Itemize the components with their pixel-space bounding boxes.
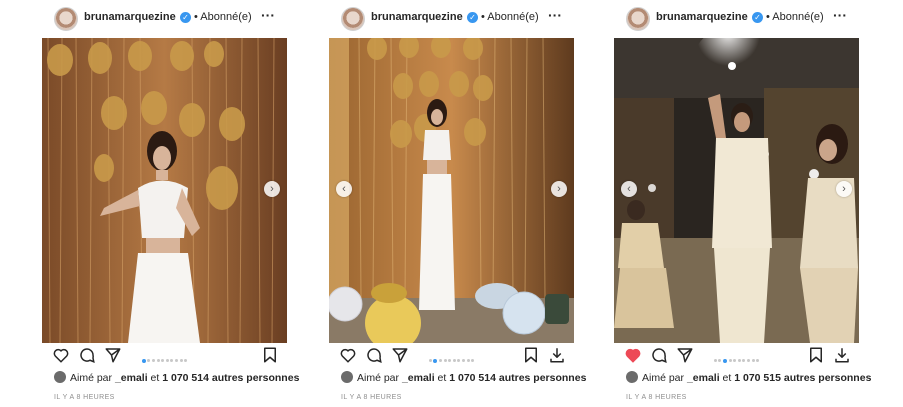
post-header: brunamarquezine ✓ • Abonné(e) ··· (42, 3, 287, 33)
follow-status[interactable]: • Abonné(e) (766, 11, 824, 23)
verified-badge-icon: ✓ (180, 12, 191, 23)
heart-icon[interactable] (624, 346, 642, 364)
likes-prefix: Aimé par (70, 372, 115, 384)
post-actions (614, 346, 859, 366)
liker-username[interactable]: _emali (115, 372, 148, 384)
post-timestamp[interactable]: IL Y A 8 HEURES (626, 394, 687, 401)
paper-plane-icon[interactable] (391, 346, 409, 364)
download-icon[interactable] (548, 346, 566, 364)
liker-avatar[interactable] (626, 371, 638, 383)
post-header: brunamarquezine ✓ • Abonné(e) ··· (614, 3, 859, 33)
username-link[interactable]: brunamarquezine (371, 11, 463, 23)
username-link[interactable]: brunamarquezine (656, 11, 748, 23)
post-photo[interactable] (329, 38, 574, 343)
likes-middle: et (147, 372, 163, 384)
paper-plane-icon[interactable] (676, 346, 694, 364)
likes-middle: et (719, 372, 735, 384)
likes-count[interactable]: 1 070 514 (449, 372, 496, 384)
post-timestamp[interactable]: IL Y A 8 HEURES (54, 394, 115, 401)
chevron-right-icon[interactable]: › (551, 181, 567, 197)
liker-username[interactable]: _emali (687, 372, 720, 384)
likes-prefix: Aimé par (642, 372, 687, 384)
post-actions (42, 346, 287, 366)
profile-avatar[interactable] (54, 7, 78, 31)
likes-prefix: Aimé par (357, 372, 402, 384)
liker-avatar[interactable] (54, 371, 66, 383)
username-link[interactable]: brunamarquezine (84, 11, 176, 23)
post-card-1: brunamarquezine ✓ • Abonné(e) ··· › Aimé… (42, 0, 299, 407)
bookmark-icon[interactable] (807, 346, 825, 364)
likes-count[interactable]: 1 070 514 (162, 372, 209, 384)
chevron-right-icon[interactable]: › (264, 181, 280, 197)
likes-suffix[interactable]: autres personnes (496, 372, 587, 384)
profile-avatar[interactable] (341, 7, 365, 31)
bookmark-icon[interactable] (522, 346, 540, 364)
more-dots-icon[interactable]: ··· (261, 7, 275, 23)
likes-summary: Aimé par _emali et 1 070 514 autres pers… (341, 371, 586, 385)
chevron-left-icon[interactable]: ‹ (621, 181, 637, 197)
post-card-2: brunamarquezine ✓ • Abonné(e) ··· ‹ › Ai… (329, 0, 586, 407)
likes-summary: Aimé par _emali et 1 070 515 autres pers… (626, 371, 871, 385)
more-dots-icon[interactable]: ··· (548, 7, 562, 23)
download-icon[interactable] (833, 346, 851, 364)
more-dots-icon[interactable]: ··· (833, 7, 847, 23)
paper-plane-icon[interactable] (104, 346, 122, 364)
post-card-3: brunamarquezine ✓ • Abonné(e) ··· ‹ › Ai… (614, 0, 871, 407)
follow-status[interactable]: • Abonné(e) (194, 11, 252, 23)
post-timestamp[interactable]: IL Y A 8 HEURES (341, 394, 402, 401)
likes-suffix[interactable]: autres personnes (781, 372, 872, 384)
profile-avatar[interactable] (626, 7, 650, 31)
heart-icon[interactable] (52, 346, 70, 364)
liker-username[interactable]: _emali (402, 372, 435, 384)
follow-status[interactable]: • Abonné(e) (481, 11, 539, 23)
liker-avatar[interactable] (341, 371, 353, 383)
likes-count[interactable]: 1 070 515 (734, 372, 781, 384)
comment-bubble-icon[interactable] (650, 346, 668, 364)
likes-middle: et (434, 372, 450, 384)
chevron-left-icon[interactable]: ‹ (336, 181, 352, 197)
post-header: brunamarquezine ✓ • Abonné(e) ··· (329, 3, 574, 33)
post-actions (329, 346, 574, 366)
bookmark-icon[interactable] (261, 346, 279, 364)
comment-bubble-icon[interactable] (365, 346, 383, 364)
chevron-right-icon[interactable]: › (836, 181, 852, 197)
post-photo[interactable] (42, 38, 287, 343)
post-photo[interactable] (614, 38, 859, 343)
heart-icon[interactable] (339, 346, 357, 364)
verified-badge-icon: ✓ (752, 12, 763, 23)
likes-summary: Aimé par _emali et 1 070 514 autres pers… (54, 371, 299, 385)
likes-suffix[interactable]: autres personnes (209, 372, 300, 384)
comment-bubble-icon[interactable] (78, 346, 96, 364)
verified-badge-icon: ✓ (467, 12, 478, 23)
